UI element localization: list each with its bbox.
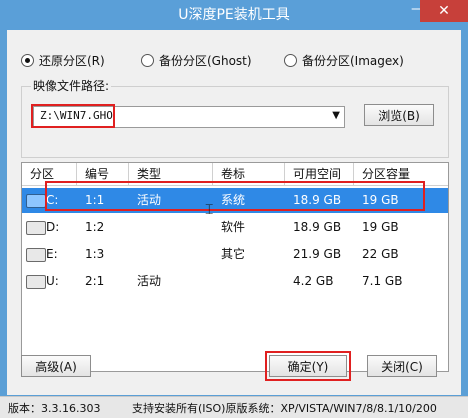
title-bar: U深度PE装机工具 — ✕ [0,0,468,30]
table-row[interactable]: D: 1:2 软件 18.9 GB 19 GB [22,215,448,240]
cell-free: 18.9 GB [293,220,342,234]
cell-type [129,215,137,240]
selected-row-highlight-box [45,181,425,211]
hard-drive-icon [26,221,46,235]
cell-number: 2:1 [85,274,105,288]
path-highlight-box [31,104,115,128]
cell-type [129,242,137,267]
cell-number: 1:2 [85,220,105,234]
radio-imagex-label: 备份分区(Imagex) [302,53,404,68]
cell-number: 1:3 [85,247,105,261]
cell-drive: E: [46,247,58,261]
cell-capacity: 19 GB [362,220,399,234]
cell-drive: D: [46,220,60,234]
cell-type: 活动 [137,274,162,288]
window-title: U深度PE装机工具 [178,7,290,23]
radio-ghost-label: 备份分区(Ghost) [159,53,252,68]
cell-drive: U: [46,274,59,288]
hard-drive-icon [26,248,46,262]
support-text: 支持安装所有(ISO)原版系统：XP/VISTA/WIN7/8/8.1/10/2… [132,402,437,415]
cell-label: 软件 [221,220,246,234]
radio-dot-icon [284,53,297,67]
browse-button[interactable]: 浏览(B) [364,104,434,126]
cell-capacity: 22 GB [362,247,399,261]
cell-free: 4.2 GB [293,274,334,288]
status-bar: 版本：3.3.16.303 支持安装所有(ISO)原版系统：XP/VISTA/W… [0,396,468,418]
main-panel: 还原分区(R) 备份分区(Ghost) 备份分区(Imagex) 映像文件路径:… [7,30,461,395]
advanced-button[interactable]: 高级(A) [21,355,91,377]
radio-dot-icon [21,53,34,67]
cell-free: 21.9 GB [293,247,342,261]
ok-highlight-box [265,351,351,381]
radio-dot-icon [141,53,154,67]
close-button[interactable]: 关闭(C) [367,355,437,377]
table-row[interactable]: E: 1:3 其它 21.9 GB 22 GB [22,242,448,267]
radio-restore[interactable]: 还原分区(R) [21,52,105,68]
version-text: 版本：3.3.16.303 [8,402,101,415]
radio-restore-label: 还原分区(R) [39,53,105,68]
cell-capacity: 7.1 GB [362,274,403,288]
table-row[interactable]: U: 2:1 活动 4.2 GB 7.1 GB [22,269,448,294]
image-path-label: 映像文件路径: [31,77,112,94]
usb-drive-icon [26,275,46,289]
hard-drive-icon [26,194,46,208]
chevron-down-icon[interactable]: ▼ [332,110,340,121]
cell-label [213,269,221,294]
close-window-button[interactable]: ✕ [420,0,468,22]
cell-label: 其它 [221,247,246,261]
mouse-cursor-icon: ⌶ [205,202,214,218]
radio-backup-imagex[interactable]: 备份分区(Imagex) [284,52,404,68]
radio-backup-ghost[interactable]: 备份分区(Ghost) [141,52,252,68]
